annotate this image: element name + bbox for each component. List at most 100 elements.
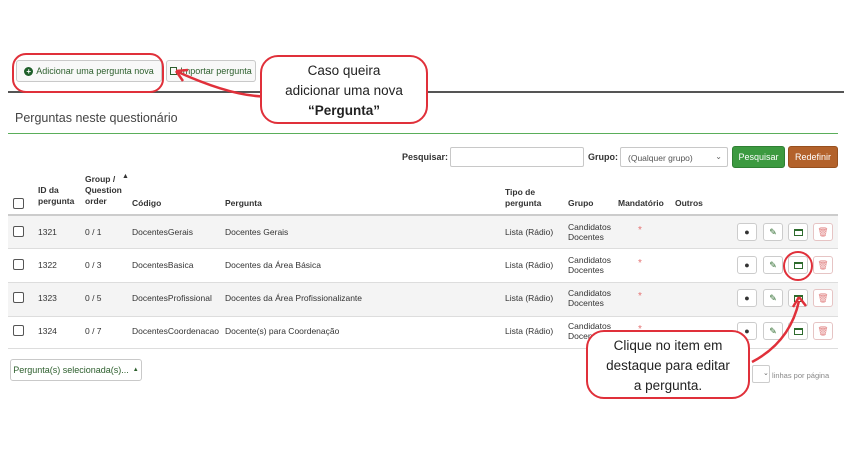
row-code: DocentesProfissional <box>132 293 212 303</box>
row-code: DocentesCoordenacao <box>132 326 219 336</box>
row-checkbox[interactable] <box>13 325 24 336</box>
callout-edit-line2: destaque para editar <box>606 358 730 373</box>
eye-icon: ● <box>744 293 750 303</box>
search-input[interactable] <box>450 147 584 167</box>
chevron-down-icon: ⌄ <box>715 152 722 161</box>
import-question-button[interactable]: Importar pergunta <box>166 60 256 82</box>
chevron-down-icon: ⌄ <box>763 370 769 377</box>
row-order: 0 / 5 <box>85 293 102 303</box>
row-order: 0 / 3 <box>85 260 102 270</box>
row-checkbox[interactable] <box>13 226 24 237</box>
table-icon <box>793 327 803 335</box>
trash-icon: 🗑 <box>817 292 829 303</box>
col-header-mandatory[interactable]: Mandatório <box>618 198 664 209</box>
row-type: Lista (Rádio) <box>505 227 554 237</box>
search-button-label: Pesquisar <box>738 152 779 162</box>
search-label: Pesquisar: <box>402 152 449 162</box>
row-type: Lista (Rádio) <box>505 326 554 336</box>
select-all-checkbox[interactable] <box>13 198 24 209</box>
col-header-code[interactable]: Código <box>132 198 161 209</box>
search-button[interactable]: Pesquisar <box>732 146 785 168</box>
table-icon <box>793 228 803 236</box>
group-select[interactable]: (Qualquer grupo) ⌄ <box>620 147 728 167</box>
section-title: Perguntas neste questionário <box>15 111 178 125</box>
edit-answers-button[interactable] <box>788 322 808 340</box>
page-size-select[interactable]: ⌄ <box>752 365 770 383</box>
row-divider <box>8 248 838 249</box>
col-header-group[interactable]: Grupo <box>568 198 594 209</box>
callout-add-line1: Caso queira <box>307 63 381 78</box>
row-id: 1323 <box>38 293 57 303</box>
delete-button[interactable]: 🗑 <box>813 256 833 274</box>
mandatory-asterisk: * <box>638 258 642 269</box>
row-checkbox[interactable] <box>13 259 24 270</box>
view-button[interactable]: ● <box>737 289 757 307</box>
row-question: Docentes da Área Básica <box>225 260 321 270</box>
callout-add-question: Caso queira adicionar uma nova “Pergunta… <box>260 55 428 124</box>
row-code: DocentesBasica <box>132 260 194 270</box>
view-button[interactable]: ● <box>737 223 757 241</box>
eye-icon: ● <box>744 260 750 270</box>
caret-up-icon: ▲ <box>132 367 139 373</box>
row-id: 1324 <box>38 326 57 336</box>
callout-edit-line1: Clique no item em <box>613 338 723 353</box>
row-id: 1321 <box>38 227 57 237</box>
col-header-id[interactable]: ID da pergunta <box>38 185 82 207</box>
pencil-icon: ✎ <box>769 259 777 270</box>
row-type: Lista (Rádio) <box>505 260 554 270</box>
pencil-icon: ✎ <box>769 226 777 237</box>
row-code: DocentesGerais <box>132 227 193 237</box>
row-checkbox[interactable] <box>13 292 24 303</box>
delete-button[interactable]: 🗑 <box>813 322 833 340</box>
pencil-icon: ✎ <box>769 325 777 336</box>
callout-add-bold: “Pergunta” <box>307 103 380 118</box>
reset-button[interactable]: Redefinir <box>788 146 838 168</box>
edit-answers-button[interactable] <box>788 289 808 307</box>
edit-button[interactable]: ✎ <box>763 322 783 340</box>
edit-button[interactable]: ✎ <box>763 289 783 307</box>
trash-icon: 🗑 <box>817 325 829 336</box>
row-group: Candidatos Docentes <box>568 222 612 242</box>
mandatory-asterisk: * <box>638 291 642 302</box>
sort-asc-icon: ▲ <box>122 173 129 180</box>
group-select-value: (Qualquer grupo) <box>628 153 693 163</box>
view-button[interactable]: ● <box>737 256 757 274</box>
col-header-question[interactable]: Pergunta <box>225 198 262 209</box>
col-header-other[interactable]: Outros <box>675 198 703 209</box>
row-question: Docentes Gerais <box>225 227 289 237</box>
row-type: Lista (Rádio) <box>505 293 554 303</box>
highlight-ring-add <box>12 53 164 93</box>
row-id: 1322 <box>38 260 57 270</box>
row-question: Docente(s) para Coordenação <box>225 326 340 336</box>
callout-edit-line3: a pergunta. <box>633 378 703 393</box>
per-page-label: linhas por página <box>772 371 830 380</box>
mandatory-asterisk: * <box>638 225 642 236</box>
row-divider <box>8 316 838 317</box>
group-label: Grupo: <box>588 152 618 162</box>
row-order: 0 / 1 <box>85 227 102 237</box>
row-order: 0 / 7 <box>85 326 102 336</box>
bulk-action-label: Pergunta(s) selecionada(s)... <box>13 365 129 375</box>
col-header-type[interactable]: Tipo de pergunta <box>505 187 555 209</box>
table-icon <box>793 294 803 302</box>
delete-button[interactable]: 🗑 <box>813 289 833 307</box>
row-question: Docentes da Área Profissionalizante <box>225 293 363 303</box>
eye-icon: ● <box>744 227 750 237</box>
callout-add-line2: adicionar uma nova <box>285 83 403 98</box>
edit-button[interactable]: ✎ <box>763 223 783 241</box>
eye-icon: ● <box>744 326 750 336</box>
edit-button[interactable]: ✎ <box>763 256 783 274</box>
pencil-icon: ✎ <box>769 292 777 303</box>
trash-icon: 🗑 <box>817 259 829 270</box>
edit-answers-button[interactable] <box>788 223 808 241</box>
highlight-ring-edit <box>783 251 813 281</box>
delete-button[interactable]: 🗑 <box>813 223 833 241</box>
import-icon <box>170 67 178 75</box>
reset-button-label: Redefinir <box>794 152 832 162</box>
row-group: Candidatos Docentes <box>568 255 612 275</box>
bulk-action-dropdown[interactable]: Pergunta(s) selecionada(s)... ▲ <box>10 359 142 381</box>
trash-icon: 🗑 <box>817 226 829 237</box>
callout-edit-question: Clique no item em destaque para editar a… <box>586 330 750 399</box>
section-divider <box>8 133 838 134</box>
row-group: Candidatos Docentes <box>568 288 612 308</box>
